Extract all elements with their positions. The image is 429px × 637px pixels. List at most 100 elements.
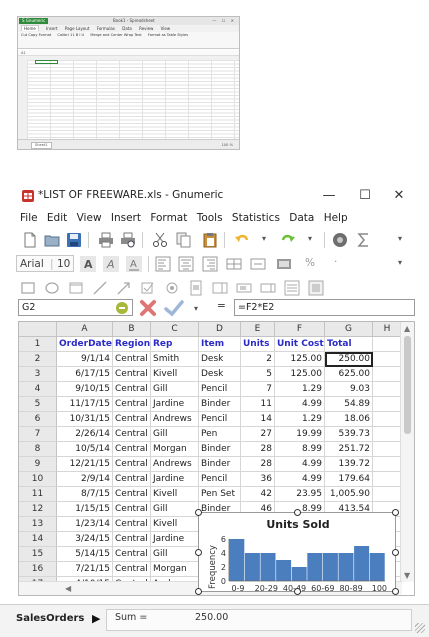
table-cell[interactable]: 3/24/15 [57,532,113,547]
chart-resize-handle[interactable] [195,509,202,516]
table-cell[interactable]: Central [113,457,151,472]
table-cell[interactable]: Pen [199,427,241,442]
table-cell[interactable]: Central [113,472,151,487]
row-header[interactable]: 7 [19,427,57,442]
table-cell[interactable]: 6/17/15 [57,367,113,382]
scroll-down-icon[interactable]: ▼ [404,571,410,580]
checkbox-tool-icon[interactable] [140,280,156,296]
radio-tool-icon[interactable] [164,280,180,296]
table-cell[interactable]: 9.03 [325,382,373,397]
table-cell[interactable]: Jardine [151,472,199,487]
table-cell[interactable]: 42 [241,487,275,502]
table-cell[interactable]: Unit Cost [275,337,325,352]
button-tool-icon[interactable] [308,280,324,296]
table-cell[interactable]: 8/7/15 [57,487,113,502]
table-cell[interactable]: 9/1/14 [57,352,113,367]
table-cell[interactable]: Binder [199,442,241,457]
table-cell[interactable]: 14 [241,412,275,427]
row-header[interactable]: 2 [19,352,57,367]
table-cell[interactable]: Central [113,382,151,397]
redo-dropdown-icon[interactable]: ▾ [308,234,312,243]
table-cell[interactable]: Morgan [151,562,199,577]
combo-tool-icon[interactable] [284,280,300,296]
column-header-h[interactable]: H [373,322,402,337]
table-cell[interactable]: Central [113,487,151,502]
ellipse-tool-icon[interactable] [44,280,60,296]
table-cell[interactable]: Andrews [151,412,199,427]
table-cell[interactable] [373,472,402,487]
table-cell[interactable]: 8.99 [275,442,325,457]
table-cell[interactable]: Desk [199,367,241,382]
wrap-text-icon[interactable] [250,256,266,272]
function-dropdown-icon[interactable]: ▾ [194,304,198,313]
formula-input[interactable]: =F2*E2 [234,299,415,316]
table-cell[interactable]: 251.72 [325,442,373,457]
decimal-format-button[interactable]: · [334,256,337,268]
table-cell[interactable]: 2/26/14 [57,427,113,442]
table-cell[interactable]: 28 [241,442,275,457]
table-cell[interactable]: Central [113,397,151,412]
row-header[interactable]: 12 [19,502,57,517]
maximize-button[interactable]: ☐ [354,187,376,205]
redo-icon[interactable] [280,232,296,248]
currency-format-icon[interactable] [276,256,292,272]
underline-icon[interactable]: A [126,256,142,272]
table-cell[interactable]: Kivell [151,517,199,532]
table-cell[interactable]: Pencil [199,472,241,487]
table-cell[interactable]: 139.72 [325,457,373,472]
row-header[interactable]: 11 [19,487,57,502]
row-header[interactable]: 4 [19,382,57,397]
table-cell[interactable] [373,412,402,427]
column-header-f[interactable]: F [275,322,325,337]
table-cell[interactable]: 179.64 [325,472,373,487]
table-cell[interactable]: 1/15/15 [57,502,113,517]
table-cell[interactable] [373,457,402,472]
column-header-a[interactable]: A [57,322,113,337]
table-cell[interactable]: Morgan [151,442,199,457]
align-left-icon[interactable] [155,256,171,272]
toolbar-overflow-icon[interactable]: ▾ [398,234,402,243]
table-cell[interactable]: Binder [199,457,241,472]
table-cell[interactable]: Central [113,532,151,547]
table-cell[interactable] [373,337,402,352]
table-cell[interactable]: Pencil [199,412,241,427]
table-cell[interactable] [373,487,402,502]
column-header-g[interactable]: G [325,322,373,337]
row-header[interactable]: 1 [19,337,57,352]
table-cell[interactable]: Central [113,427,151,442]
scroll-up-icon[interactable]: ▲ [404,324,410,333]
frame-tool-icon[interactable] [68,280,84,296]
table-cell[interactable]: Item [199,337,241,352]
column-header-b[interactable]: B [113,322,151,337]
table-cell[interactable]: 7 [241,382,275,397]
table-cell[interactable]: 19.99 [275,427,325,442]
menu-data[interactable]: Data [289,212,314,224]
line-tool-icon[interactable] [92,280,108,296]
table-cell[interactable]: 12/21/15 [57,457,113,472]
table-cell[interactable]: Gill [151,427,199,442]
table-cell[interactable]: 125.00 [275,367,325,382]
table-cell[interactable]: 28 [241,457,275,472]
row-header[interactable]: 10 [19,472,57,487]
undo-icon[interactable] [234,232,250,248]
table-cell[interactable]: Region [113,337,151,352]
percent-format-button[interactable]: % [305,257,315,269]
rectangle-tool-icon[interactable] [20,280,36,296]
autosum-icon[interactable] [356,232,372,248]
table-cell[interactable]: Units [241,337,275,352]
table-cell[interactable] [373,367,402,382]
table-cell[interactable]: Central [113,547,151,562]
close-button[interactable]: ✕ [388,187,410,205]
new-file-icon[interactable] [22,232,38,248]
paste-icon[interactable] [202,232,218,248]
row-header[interactable]: 5 [19,397,57,412]
row-header[interactable]: 9 [19,457,57,472]
row-header[interactable]: 6 [19,412,57,427]
table-cell[interactable]: Pencil [199,382,241,397]
table-cell[interactable]: Gill [151,547,199,562]
guru-icon[interactable] [114,300,130,316]
table-cell[interactable]: Central [113,352,151,367]
accept-entry-icon[interactable] [164,298,184,318]
bold-icon[interactable]: A [80,256,96,272]
table-cell[interactable]: 27 [241,427,275,442]
